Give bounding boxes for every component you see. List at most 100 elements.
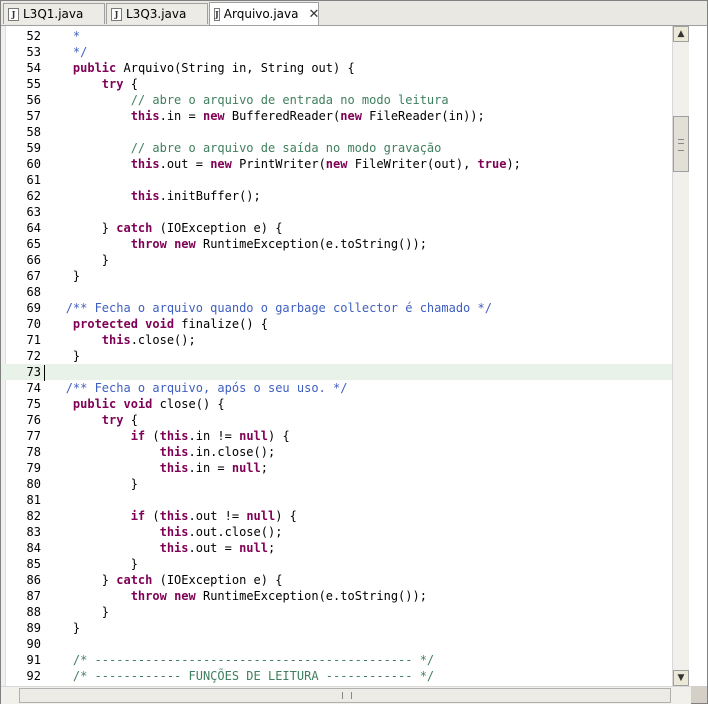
code-line[interactable]: 72 }: [1, 348, 673, 364]
vertical-scroll-thumb[interactable]: [673, 116, 689, 172]
code-line[interactable]: 83 this.out.close();: [1, 524, 673, 540]
code-line[interactable]: 79 this.in = null;: [1, 460, 673, 476]
line-text: // abre o arquivo de entrada no modo lei…: [130, 93, 449, 107]
code-line[interactable]: 56 // abre o arquivo de entrada no modo …: [1, 92, 673, 108]
line-text: }: [44, 621, 81, 635]
code-line[interactable]: 68: [1, 284, 673, 300]
code-line[interactable]: 62 this.initBuffer();: [1, 188, 673, 204]
code-line[interactable]: 60 this.out = new PrintWriter(new FileWr…: [1, 156, 673, 172]
arrow-up-icon[interactable]: ▲: [673, 26, 689, 42]
line-number: 53: [26, 45, 41, 59]
line-text: this.in.close();: [159, 445, 276, 459]
line-number: 72: [26, 349, 41, 363]
editor-window: J L3Q1.java J L3Q3.java J Arquivo.java ✕…: [0, 0, 708, 704]
code-area[interactable]: 52 * 53 */54 public Arquivo(String in, St…: [1, 26, 673, 686]
line-number: 54: [26, 61, 41, 75]
line-text: // abre o arquivo de saída no modo grava…: [130, 141, 442, 155]
code-editor[interactable]: 52 * 53 */54 public Arquivo(String in, St…: [1, 26, 707, 686]
line-number: 83: [26, 525, 41, 539]
code-line[interactable]: 59 // abre o arquivo de saída no modo gr…: [1, 140, 673, 156]
arrow-down-icon[interactable]: ▼: [673, 670, 689, 686]
line-text: *: [72, 29, 81, 43]
code-line[interactable]: 58: [1, 124, 673, 140]
line-text: if (this.out != null) {: [130, 509, 297, 523]
code-line[interactable]: 52 *: [1, 28, 673, 44]
horizontal-scroll-thumb[interactable]: [19, 688, 671, 703]
line-text: this.out = null;: [159, 541, 276, 555]
line-text: /* -------------------------------------…: [72, 653, 435, 667]
line-number: 62: [26, 189, 41, 203]
code-line[interactable]: 80 }: [1, 476, 673, 492]
close-icon[interactable]: ✕: [308, 8, 319, 21]
code-line[interactable]: 92 /* ------------ FUNÇÕES DE LEITURA --…: [1, 668, 673, 684]
code-line[interactable]: 84 this.out = null;: [1, 540, 673, 556]
code-line[interactable]: 75 public void close() {: [1, 396, 673, 412]
code-line[interactable]: 88 }: [1, 604, 673, 620]
line-number: 65: [26, 237, 41, 251]
code-line[interactable]: 69 /** Fecha o arquivo quando o garbage …: [1, 300, 673, 316]
code-line[interactable]: 82 if (this.out != null) {: [1, 508, 673, 524]
line-number: 61: [26, 173, 41, 187]
line-text: public Arquivo(String in, String out) {: [72, 61, 355, 75]
code-line[interactable]: 89 }: [1, 620, 673, 636]
tab-arquivo[interactable]: J Arquivo.java ✕: [209, 2, 319, 25]
line-number: 89: [26, 621, 41, 635]
tab-l3q3[interactable]: J L3Q3.java: [106, 3, 208, 24]
line-text: this.close();: [101, 333, 196, 347]
line-number: 52: [26, 29, 41, 43]
line-number: 69: [26, 301, 41, 315]
line-text: }: [44, 253, 110, 267]
code-line[interactable]: 65 throw new RuntimeException(e.toString…: [1, 236, 673, 252]
code-line[interactable]: 53 */: [1, 44, 673, 60]
line-text: this.out.close();: [159, 525, 283, 539]
code-line[interactable]: 74 /** Fecha o arquivo, após o seu uso. …: [1, 380, 673, 396]
line-number: 68: [26, 285, 41, 299]
line-text: this.initBuffer();: [130, 189, 261, 203]
code-line[interactable]: 86 } catch (IOException e) {: [1, 572, 673, 588]
tab-l3q1[interactable]: J L3Q1.java: [3, 3, 105, 24]
line-text: try {: [101, 77, 138, 91]
code-line[interactable]: 91 /* ----------------------------------…: [1, 652, 673, 668]
line-text: /** Fecha o arquivo, após o seu uso. */: [65, 381, 348, 395]
line-number: 56: [26, 93, 41, 107]
line-number: 75: [26, 397, 41, 411]
code-line[interactable]: 90: [1, 636, 673, 652]
code-line[interactable]: 87 throw new RuntimeException(e.toString…: [1, 588, 673, 604]
code-line[interactable]: 55 try {: [1, 76, 673, 92]
tab-label: L3Q1.java: [23, 7, 84, 21]
code-line[interactable]: 64 } catch (IOException e) {: [1, 220, 673, 236]
code-line[interactable]: 61: [1, 172, 673, 188]
line-number: 55: [26, 77, 41, 91]
line-number: 58: [26, 125, 41, 139]
line-text: throw new RuntimeException(e.toString())…: [130, 589, 427, 603]
code-line[interactable]: 70 protected void finalize() {: [1, 316, 673, 332]
vertical-scrollbar[interactable]: ▲ ▼: [672, 26, 689, 686]
line-text: try {: [101, 413, 138, 427]
code-line[interactable]: 85 }: [1, 556, 673, 572]
scrollbar-corner: [691, 686, 707, 703]
line-number: 87: [26, 589, 41, 603]
line-number: 60: [26, 157, 41, 171]
code-line[interactable]: 77 if (this.in != null) {: [1, 428, 673, 444]
code-line[interactable]: 71 this.close();: [1, 332, 673, 348]
code-line[interactable]: 76 try {: [1, 412, 673, 428]
code-line[interactable]: 67 }: [1, 268, 673, 284]
line-text: }: [44, 557, 138, 571]
line-number: 82: [26, 509, 41, 523]
line-number: 67: [26, 269, 41, 283]
line-number: 57: [26, 109, 41, 123]
code-line[interactable]: 78 this.in.close();: [1, 444, 673, 460]
editor-tab-bar: J L3Q1.java J L3Q3.java J Arquivo.java ✕: [1, 1, 707, 26]
line-number: 88: [26, 605, 41, 619]
code-line[interactable]: 66 }: [1, 252, 673, 268]
grip-icon: [678, 139, 684, 151]
line-number: 66: [26, 253, 41, 267]
line-number: 63: [26, 205, 41, 219]
code-line[interactable]: 73: [1, 364, 673, 380]
horizontal-scrollbar[interactable]: [1, 686, 691, 704]
line-number: 86: [26, 573, 41, 587]
code-line[interactable]: 54 public Arquivo(String in, String out)…: [1, 60, 673, 76]
code-line[interactable]: 81: [1, 492, 673, 508]
code-line[interactable]: 63: [1, 204, 673, 220]
code-line[interactable]: 57 this.in = new BufferedReader(new File…: [1, 108, 673, 124]
